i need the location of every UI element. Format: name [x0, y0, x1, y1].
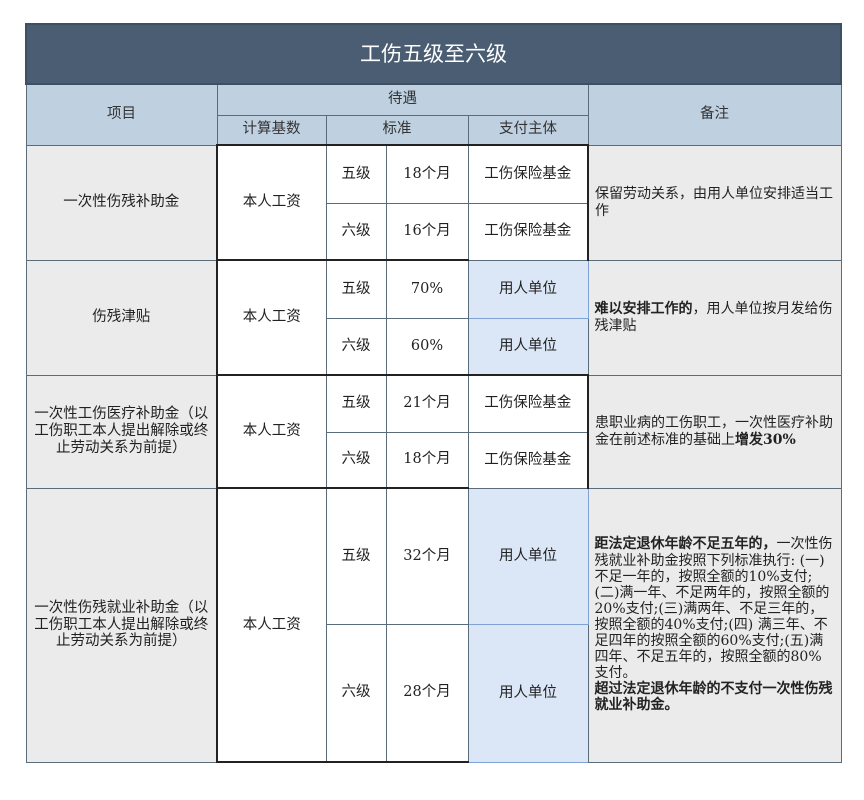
row-base: 本人工资: [216, 374, 327, 489]
row-base: 本人工资: [216, 144, 327, 261]
note-bold: 超过法定退休年龄的不支付一次性伤残就业补助金。: [594, 681, 833, 714]
row-base: 本人工资: [216, 259, 327, 376]
row-grade: 五级: [325, 487, 387, 625]
row-grade: 五级: [325, 144, 387, 204]
note-text: 患职业病的工伤职工，一次性医疗补助金在前述标准的基础上: [595, 415, 833, 448]
row-note: 患职业病的工伤职工，一次性医疗补助金在前述标准的基础上增发30%: [587, 374, 842, 489]
row-payer: 工伤保险基金: [467, 374, 589, 433]
injury-benefits-table: 工伤五级至六级 项目 待遇 备注 计算基数 标准 支付主体 一次性伤残补助金 本…: [24, 23, 843, 763]
row-item: 一次性伤残就业补助金（以工伤职工本人提出解除或终止劳动关系为前提）: [25, 487, 218, 763]
row-item: 伤残津贴: [25, 259, 218, 376]
row-grade: 六级: [325, 317, 387, 376]
header-standard: 标准: [325, 114, 469, 146]
row-item: 一次性工伤医疗补助金（以工伤职工本人提出解除或终止劳动关系为前提）: [25, 374, 218, 489]
row-item: 一次性伤残补助金: [25, 144, 218, 261]
header-note: 备注: [587, 83, 842, 146]
row-standard: 18个月: [385, 144, 469, 204]
row-grade: 六级: [325, 202, 387, 261]
row-payer: 工伤保险基金: [467, 431, 589, 489]
table-row: 一次性工伤医疗补助金（以工伤职工本人提出解除或终止劳动关系为前提） 本人工资 五…: [25, 374, 842, 489]
row-grade: 五级: [325, 259, 387, 319]
table-title: 工伤五级至六级: [24, 23, 843, 85]
header-payer: 支付主体: [467, 114, 589, 146]
row-grade: 六级: [325, 431, 387, 489]
note-bold: 难以安排工作的: [594, 301, 693, 318]
header-item: 项目: [25, 83, 218, 146]
note-text: 一次性伤残就业补助金按照下列标准执行: (一)不足一年的，按照全额的10%支付;…: [594, 536, 833, 682]
note-bold: 增发30%: [735, 431, 796, 448]
note-bold: 距法定退休年龄不足五年的，: [594, 536, 777, 553]
table-row: 一次性伤残补助金 本人工资 五级 18个月 工伤保险基金 保留劳动关系，由用人单…: [25, 144, 842, 261]
row-standard: 70%: [385, 259, 469, 319]
row-standard: 16个月: [385, 202, 469, 261]
row-payer: 用人单位: [467, 487, 589, 625]
row-grade: 五级: [325, 374, 387, 433]
row-standard: 21个月: [385, 374, 469, 433]
row-grade: 六级: [325, 623, 387, 763]
row-payer: 工伤保险基金: [467, 202, 589, 261]
header-benefit: 待遇: [216, 83, 589, 116]
table-row: 一次性伤残就业补助金（以工伤职工本人提出解除或终止劳动关系为前提） 本人工资 五…: [25, 487, 842, 763]
header-base: 计算基数: [216, 114, 327, 146]
table-row: 伤残津贴 本人工资 五级 70% 用人单位 难以安排工作的，用人单位按月发给伤残…: [25, 259, 842, 376]
row-note: 保留劳动关系，由用人单位安排适当工作: [587, 144, 842, 261]
row-note: 难以安排工作的，用人单位按月发给伤残津贴: [587, 259, 842, 376]
row-payer: 用人单位: [467, 317, 589, 376]
row-note: 距法定退休年龄不足五年的，一次性伤残就业补助金按照下列标准执行: (一)不足一年…: [587, 487, 842, 763]
row-standard: 18个月: [385, 431, 469, 489]
row-base: 本人工资: [216, 487, 327, 763]
row-payer: 用人单位: [467, 623, 589, 763]
row-payer: 用人单位: [467, 259, 589, 319]
row-standard: 60%: [385, 317, 469, 376]
row-standard: 28个月: [385, 623, 469, 763]
row-standard: 32个月: [385, 487, 469, 625]
row-payer: 工伤保险基金: [467, 144, 589, 204]
